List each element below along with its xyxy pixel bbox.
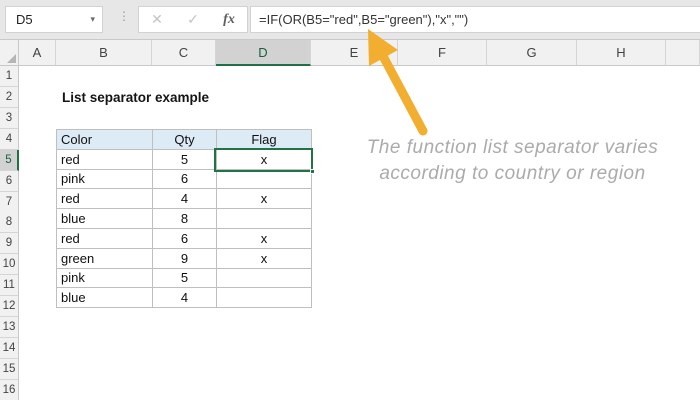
- excel-window: D5 ▾ ⋮ ✕ ✓ fx =IF(OR(B5="red",B5="green"…: [0, 0, 700, 400]
- cell-b4[interactable]: Color: [57, 130, 153, 150]
- cell-c10[interactable]: 9: [153, 248, 217, 268]
- cell-b7[interactable]: red: [57, 189, 153, 209]
- cell-b8[interactable]: blue: [57, 209, 153, 229]
- row-header-3[interactable]: 3: [0, 108, 19, 129]
- cell-c9[interactable]: 6: [153, 228, 217, 248]
- row-header-10[interactable]: 10: [0, 254, 19, 275]
- name-box[interactable]: D5 ▾: [5, 6, 103, 33]
- table-row: pink 6: [57, 169, 312, 189]
- row-header-16[interactable]: 16: [0, 380, 19, 400]
- cell-c12[interactable]: 4: [153, 288, 217, 308]
- row-header-6[interactable]: 6: [0, 171, 19, 192]
- column-header-partial[interactable]: [666, 40, 700, 66]
- cell-b9[interactable]: red: [57, 228, 153, 248]
- cell-d4[interactable]: Flag: [217, 130, 312, 150]
- formula-bar-buttons: ✕ ✓ fx: [138, 6, 248, 33]
- cell-d6[interactable]: [217, 169, 312, 189]
- row-header-2[interactable]: 2: [0, 87, 19, 108]
- column-header-d[interactable]: D: [216, 40, 311, 66]
- cell-c6[interactable]: 6: [153, 169, 217, 189]
- cell-d9[interactable]: x: [217, 228, 312, 248]
- cell-d10[interactable]: x: [217, 248, 312, 268]
- table-row: blue 4: [57, 288, 312, 308]
- table-row: blue 8: [57, 209, 312, 229]
- table-row: green 9 x: [57, 248, 312, 268]
- table-row: red 4 x: [57, 189, 312, 209]
- cell-d8[interactable]: [217, 209, 312, 229]
- cell-b11[interactable]: pink: [57, 268, 153, 288]
- cell-d12[interactable]: [217, 288, 312, 308]
- row-header-1[interactable]: 1: [0, 66, 19, 87]
- cell-c11[interactable]: 5: [153, 268, 217, 288]
- row-header-14[interactable]: 14: [0, 338, 19, 359]
- annotation-text: The function list separator varies accor…: [335, 135, 690, 187]
- row-header-4[interactable]: 4: [0, 129, 19, 150]
- column-header-g[interactable]: G: [487, 40, 577, 66]
- row-header-12[interactable]: 12: [0, 296, 19, 317]
- column-header-h[interactable]: H: [577, 40, 666, 66]
- row-header-15[interactable]: 15: [0, 359, 19, 380]
- column-header-a[interactable]: A: [19, 40, 56, 66]
- sheet-title: List separator example: [62, 90, 209, 105]
- cell-c4[interactable]: Qty: [153, 130, 217, 150]
- cell-b5[interactable]: red: [57, 149, 153, 169]
- row-header-13[interactable]: 13: [0, 317, 19, 338]
- table-header-row: Color Qty Flag: [57, 130, 312, 150]
- cell-c7[interactable]: 4: [153, 189, 217, 209]
- cell-b6[interactable]: pink: [57, 169, 153, 189]
- formula-bar-strip: D5 ▾ ⋮ ✕ ✓ fx =IF(OR(B5="red",B5="green"…: [0, 0, 700, 40]
- row-header-5[interactable]: 5: [0, 150, 19, 171]
- name-box-value: D5: [6, 12, 90, 27]
- cell-c5[interactable]: 5: [153, 149, 217, 169]
- row-header-7[interactable]: 7: [0, 192, 19, 213]
- row-header-11[interactable]: 11: [0, 275, 19, 296]
- cell-b12[interactable]: blue: [57, 288, 153, 308]
- row-header-9[interactable]: 9: [0, 233, 19, 254]
- data-table: Color Qty Flag red 5 x pink 6 red 4 x bl…: [56, 129, 312, 308]
- formula-input[interactable]: =IF(OR(B5="red",B5="green"),"x",""): [250, 6, 700, 33]
- cell-b10[interactable]: green: [57, 248, 153, 268]
- table-row: pink 5: [57, 268, 312, 288]
- row-header-8[interactable]: 8: [0, 212, 19, 233]
- cell-d11[interactable]: [217, 268, 312, 288]
- enter-icon[interactable]: ✓: [187, 11, 199, 28]
- cancel-icon[interactable]: ✕: [151, 11, 163, 28]
- cell-d5-selected[interactable]: x: [217, 149, 312, 169]
- select-all-triangle-icon: [7, 54, 16, 63]
- table-row: red 5 x: [57, 149, 312, 169]
- formula-bar-resize-handle[interactable]: ⋮: [118, 12, 130, 20]
- table-row: red 6 x: [57, 228, 312, 248]
- column-header-b[interactable]: B: [56, 40, 152, 66]
- column-header-e[interactable]: E: [311, 40, 398, 66]
- cell-c8[interactable]: 8: [153, 209, 217, 229]
- column-header-f[interactable]: F: [398, 40, 487, 66]
- column-header-c[interactable]: C: [152, 40, 216, 66]
- annotation-line-2: according to country or region: [335, 161, 690, 187]
- insert-function-icon[interactable]: fx: [223, 12, 235, 28]
- name-box-dropdown-icon[interactable]: ▾: [90, 14, 102, 25]
- annotation-line-1: The function list separator varies: [335, 135, 690, 161]
- cell-d7[interactable]: x: [217, 189, 312, 209]
- select-all-corner[interactable]: [0, 40, 19, 66]
